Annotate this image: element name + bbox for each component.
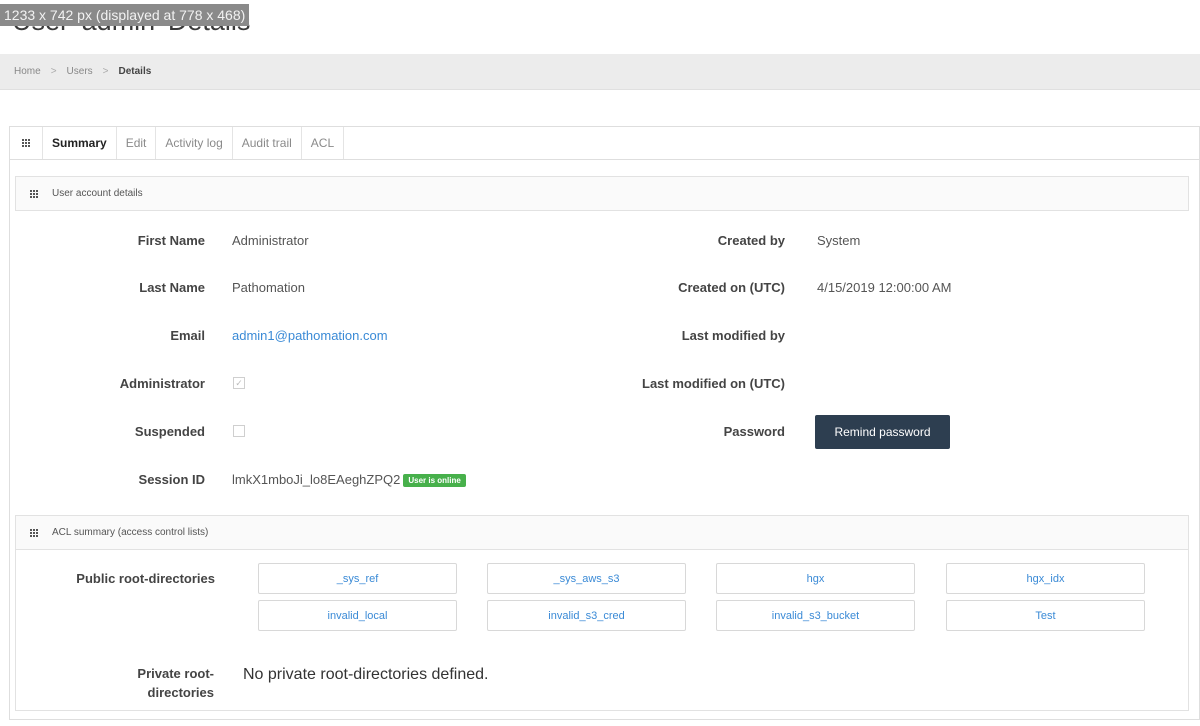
created-on-label: Created on (UTC)	[678, 280, 785, 295]
grid-icon	[21, 139, 31, 147]
session-id-row: lmkX1mboJi_lo8EAeghZPQ2 User is online	[232, 472, 466, 488]
tab-activity-log[interactable]: Activity log	[156, 127, 233, 159]
public-dirs-label: Public root-directories	[76, 571, 215, 586]
private-dirs-message: No private root-directories defined.	[243, 666, 489, 683]
remind-password-button[interactable]: Remind password	[815, 415, 950, 449]
status-badge: User is online	[403, 474, 466, 488]
tab-acl[interactable]: ACL	[302, 127, 345, 159]
dir-button-hgx-idx[interactable]: hgx_idx	[946, 563, 1145, 594]
grid-icon	[29, 189, 39, 198]
dir-button-sys-ref[interactable]: _sys_ref	[258, 563, 457, 594]
first-name-label: First Name	[137, 233, 205, 248]
created-on-value: 4/15/2019 12:00:00 AM	[817, 280, 952, 295]
grid-icon	[29, 528, 39, 537]
created-by-value: System	[817, 233, 861, 248]
email-label: Email	[170, 328, 205, 343]
first-name-value: Administrator	[232, 233, 309, 248]
breadcrumb-users[interactable]: Users	[67, 66, 93, 77]
password-label: Password	[723, 424, 785, 439]
account-section-title: User account details	[52, 188, 143, 199]
breadcrumb-home[interactable]: Home	[14, 66, 41, 77]
acl-section-header: ACL summary (access control lists)	[15, 515, 1189, 550]
tab-bar: Summary Edit Activity log Audit trail AC…	[10, 127, 1199, 160]
chevron-right-icon: >	[102, 66, 109, 77]
private-dirs-label: Private root-directories	[137, 666, 214, 700]
last-name-value: Pathomation	[232, 280, 305, 295]
dir-button-sys-aws-s3[interactable]: _sys_aws_s3	[487, 563, 686, 594]
tab-grid-icon[interactable]	[10, 127, 43, 159]
breadcrumb-details: Details	[118, 66, 152, 77]
created-by-label: Created by	[717, 233, 785, 248]
session-id-label: Session ID	[138, 472, 205, 487]
account-section-header: User account details	[15, 176, 1189, 211]
image-size-overlay: 1233 x 742 px (displayed at 778 x 468)	[0, 4, 250, 26]
last-modified-by-label: Last modified by	[681, 328, 785, 343]
suspended-label: Suspended	[134, 424, 205, 439]
dir-button-hgx[interactable]: hgx	[716, 563, 915, 594]
session-id-value: lmkX1mboJi_lo8EAeghZPQ2	[232, 472, 401, 487]
last-modified-on-label: Last modified on (UTC)	[642, 376, 785, 391]
breadcrumb: Home > Users > Details	[0, 54, 1200, 90]
acl-section-title: ACL summary (access control lists)	[52, 527, 209, 538]
administrator-checkbox[interactable]: ✓	[233, 377, 245, 389]
dir-button-invalid-s3-bucket[interactable]: invalid_s3_bucket	[716, 600, 915, 631]
tab-summary[interactable]: Summary	[43, 127, 117, 159]
administrator-label: Administrator	[119, 376, 205, 391]
last-name-label: Last Name	[139, 280, 205, 295]
tab-audit-trail[interactable]: Audit trail	[233, 127, 302, 159]
dir-button-invalid-local[interactable]: invalid_local	[258, 600, 457, 631]
suspended-checkbox[interactable]	[233, 425, 245, 437]
chevron-right-icon: >	[50, 66, 57, 77]
dir-button-test[interactable]: Test	[946, 600, 1145, 631]
email-link[interactable]: admin1@pathomation.com	[232, 328, 388, 343]
tab-edit[interactable]: Edit	[117, 127, 157, 159]
dir-button-invalid-s3-cred[interactable]: invalid_s3_cred	[487, 600, 686, 631]
